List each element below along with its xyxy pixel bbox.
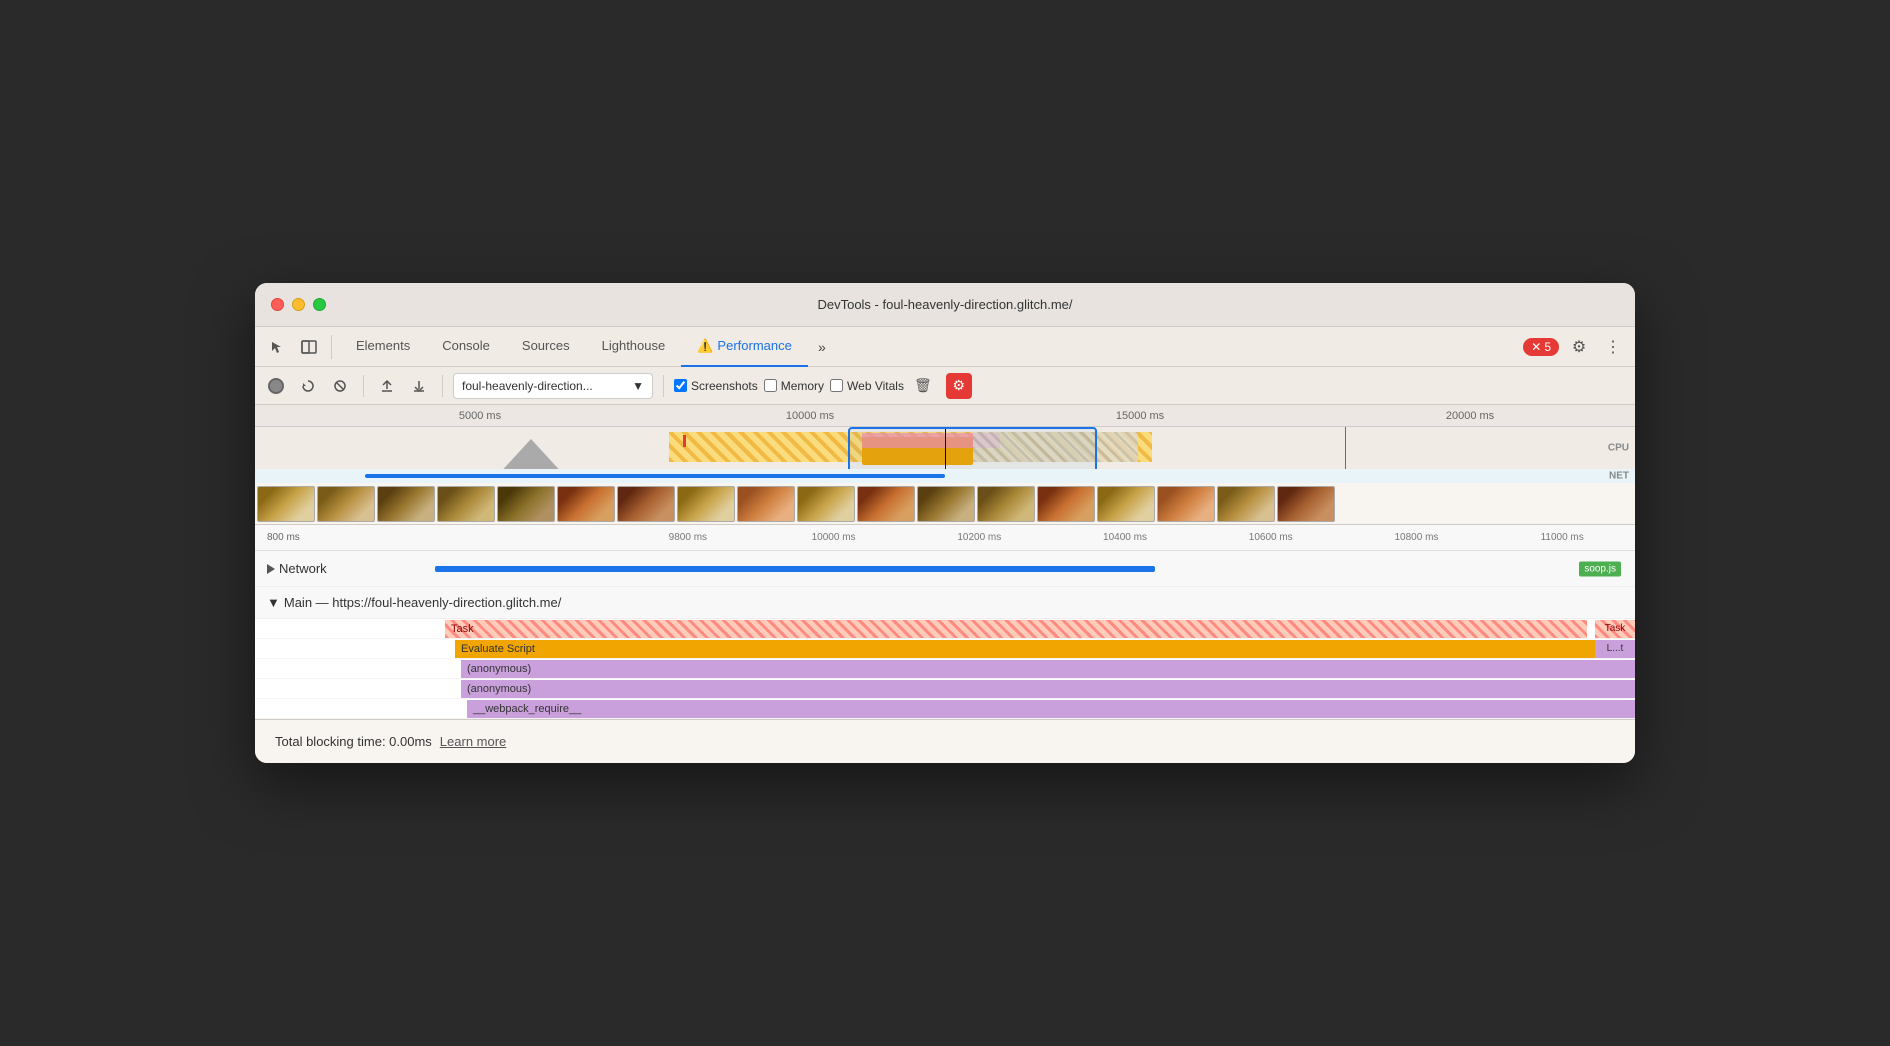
fc-tick-10400: 10400 ms bbox=[1052, 532, 1198, 543]
left-tick-label: 800 ms bbox=[255, 532, 435, 543]
task-row-0: Task Task bbox=[255, 619, 1635, 639]
webpack-bar[interactable]: __webpack_require__ bbox=[467, 700, 1635, 718]
eval-bar-right[interactable]: L...t bbox=[1595, 640, 1635, 658]
webvitals-checkbox-group: Web Vitals bbox=[830, 379, 904, 393]
webvitals-label: Web Vitals bbox=[847, 379, 904, 393]
network-timeline-bar bbox=[435, 566, 1155, 572]
perf-divider-2 bbox=[442, 375, 443, 397]
expand-network-icon[interactable] bbox=[267, 564, 275, 574]
collapse-arrow-icon[interactable]: ▼ bbox=[267, 595, 280, 610]
fc-tick-9800: 9800 ms bbox=[615, 532, 761, 543]
main-thread-header: ▼ Main — https://foul-heavenly-direction… bbox=[255, 587, 1635, 619]
memory-checkbox[interactable] bbox=[764, 379, 777, 392]
devtools-window: DevTools - foul-heavenly-direction.glitc… bbox=[255, 283, 1635, 763]
selection-box[interactable] bbox=[848, 427, 1096, 469]
screenshots-label: Screenshots bbox=[691, 379, 758, 393]
maximize-button[interactable] bbox=[313, 298, 326, 311]
traffic-lights bbox=[271, 298, 326, 311]
title-bar: DevTools - foul-heavenly-direction.glitc… bbox=[255, 283, 1635, 327]
task-row-4: __webpack_require__ bbox=[255, 699, 1635, 719]
task-row-3: (anonymous) bbox=[255, 679, 1635, 699]
memory-checkbox-group: Memory bbox=[764, 379, 824, 393]
eval-bar[interactable]: Evaluate Script bbox=[455, 640, 1595, 658]
network-label[interactable]: Network bbox=[255, 561, 435, 576]
minimize-button[interactable] bbox=[292, 298, 305, 311]
tab-sources[interactable]: Sources bbox=[506, 327, 586, 367]
performance-toolbar: foul-heavenly-direction... ▼ Screenshots… bbox=[255, 367, 1635, 405]
ruler-tick-10000: 10000 ms bbox=[645, 410, 975, 422]
anon-bar-1[interactable]: (anonymous) bbox=[461, 680, 1635, 698]
flamechart-area: 800 ms 9800 ms 10000 ms 10200 ms 10400 m… bbox=[255, 525, 1635, 719]
net-track: NET bbox=[255, 469, 1635, 483]
divider-1 bbox=[331, 335, 332, 359]
window-title: DevTools - foul-heavenly-direction.glitc… bbox=[817, 297, 1072, 312]
timeline-overview[interactable]: 5000 ms 10000 ms 15000 ms 20000 ms CPU bbox=[255, 405, 1635, 525]
settings-icon[interactable]: ⚙ bbox=[1565, 333, 1593, 361]
ruler-ticks: 9800 ms 10000 ms 10200 ms 10400 ms 10600… bbox=[435, 532, 1635, 543]
red-cursor bbox=[1345, 427, 1346, 469]
error-badge[interactable]: ✕ 5 bbox=[1523, 338, 1559, 356]
close-button[interactable] bbox=[271, 298, 284, 311]
devtools-toolbar: Elements Console Sources Lighthouse ⚠️ P… bbox=[255, 327, 1635, 367]
learn-more-link[interactable]: Learn more bbox=[440, 734, 506, 749]
capture-settings-button[interactable]: ⚙ bbox=[946, 373, 972, 399]
clear-button[interactable] bbox=[327, 373, 353, 399]
flame-container: Task Task Evaluate Script L...t bbox=[255, 619, 1635, 719]
tab-elements[interactable]: Elements bbox=[340, 327, 426, 367]
webvitals-checkbox[interactable] bbox=[830, 379, 843, 392]
screenshots-checkbox[interactable] bbox=[674, 379, 687, 392]
more-tabs-button[interactable]: » bbox=[808, 333, 836, 361]
perf-divider-1 bbox=[363, 375, 364, 397]
timeline-ruler: 5000 ms 10000 ms 15000 ms 20000 ms bbox=[255, 405, 1635, 427]
tab-lighthouse[interactable]: Lighthouse bbox=[586, 327, 682, 367]
task-row-1: Evaluate Script L...t bbox=[255, 639, 1635, 659]
toolbar-right: ✕ 5 ⚙ ⋮ bbox=[1523, 333, 1627, 361]
cpu-track: CPU bbox=[255, 427, 1635, 469]
net-label: NET bbox=[1609, 471, 1629, 482]
upload-button[interactable] bbox=[374, 373, 400, 399]
clear-recording-button[interactable]: 🗑 bbox=[914, 377, 932, 394]
network-bar-area bbox=[435, 551, 1635, 586]
url-dropdown[interactable]: foul-heavenly-direction... ▼ bbox=[453, 373, 653, 399]
dock-icon[interactable] bbox=[295, 333, 323, 361]
tab-console[interactable]: Console bbox=[426, 327, 506, 367]
soop-badge: soop.js bbox=[1579, 561, 1621, 576]
status-bar: Total blocking time: 0.00ms Learn more bbox=[255, 719, 1635, 763]
reload-record-button[interactable] bbox=[295, 373, 321, 399]
task-bar-right-0[interactable]: Task bbox=[1595, 620, 1635, 638]
screenshots-checkbox-group: Screenshots bbox=[674, 379, 758, 393]
fc-tick-10200: 10200 ms bbox=[906, 532, 1052, 543]
ruler-tick-20000: 20000 ms bbox=[1305, 410, 1635, 422]
memory-label: Memory bbox=[781, 379, 824, 393]
fc-tick-10000: 10000 ms bbox=[761, 532, 907, 543]
screenshots-track bbox=[255, 483, 1635, 525]
ruler-tick-15000: 15000 ms bbox=[975, 410, 1305, 422]
anon-bar-0[interactable]: (anonymous) bbox=[461, 660, 1635, 678]
network-row: Network soop.js bbox=[255, 551, 1635, 587]
download-button[interactable] bbox=[406, 373, 432, 399]
blocking-time-text: Total blocking time: 0.00ms bbox=[275, 734, 432, 749]
tab-performance[interactable]: ⚠️ Performance bbox=[681, 327, 808, 367]
more-options-icon[interactable]: ⋮ bbox=[1599, 333, 1627, 361]
cursor-icon[interactable] bbox=[263, 333, 291, 361]
perf-divider-3 bbox=[663, 375, 664, 397]
ruler-tick-5000: 5000 ms bbox=[315, 410, 645, 422]
fc-tick-11000: 11000 ms bbox=[1489, 532, 1635, 543]
task-bar-0[interactable]: Task bbox=[445, 620, 1587, 638]
cpu-label: CPU bbox=[1608, 443, 1629, 454]
fc-tick-10600: 10600 ms bbox=[1198, 532, 1344, 543]
record-button[interactable] bbox=[263, 373, 289, 399]
flamechart-ruler: 800 ms 9800 ms 10000 ms 10200 ms 10400 m… bbox=[255, 525, 1635, 551]
fc-tick-10800: 10800 ms bbox=[1344, 532, 1490, 543]
tab-list: Elements Console Sources Lighthouse ⚠️ P… bbox=[340, 327, 1519, 367]
task-row-2: (anonymous) bbox=[255, 659, 1635, 679]
